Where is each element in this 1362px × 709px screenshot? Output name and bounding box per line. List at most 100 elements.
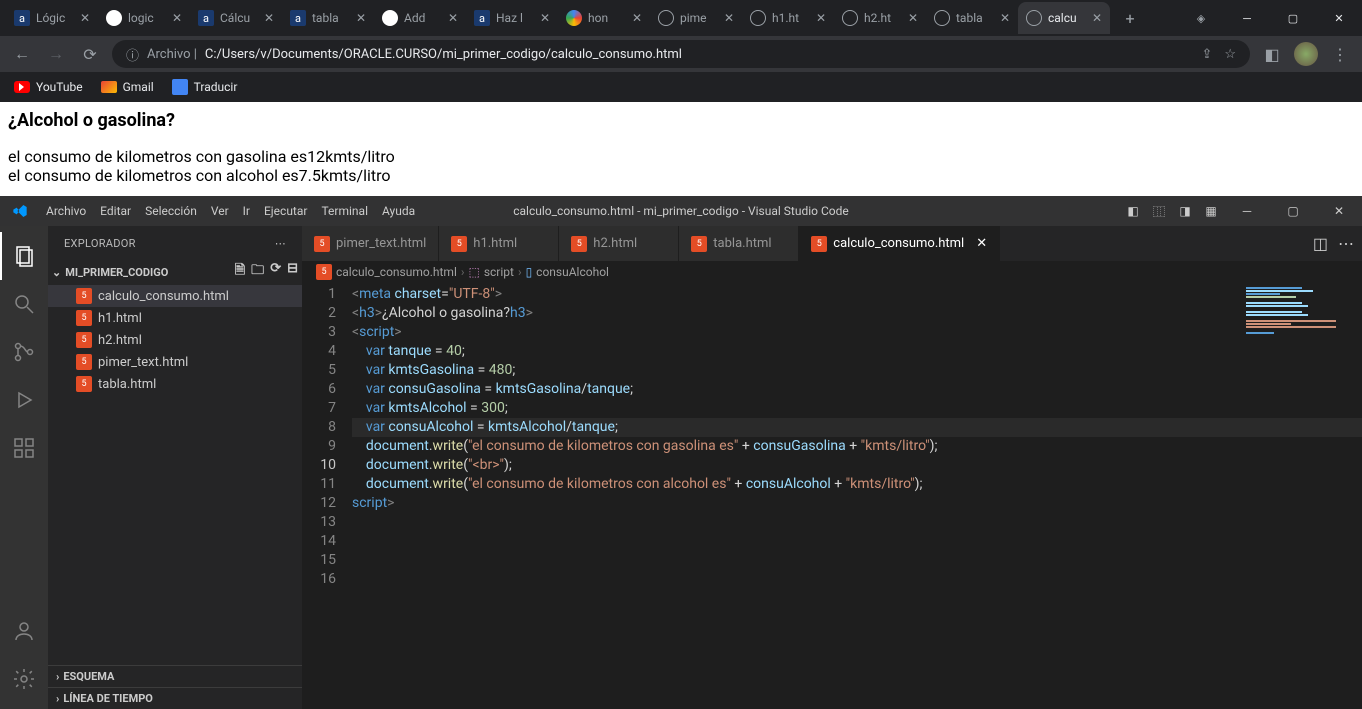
explorer-label: EXPLORADOR [64, 237, 136, 250]
vscode-menu-item[interactable]: Ir [237, 196, 256, 226]
editor-tab[interactable]: 5h1.html [439, 226, 559, 261]
browser-tab[interactable]: h2.ht✕ [834, 2, 926, 34]
editor-tab[interactable]: 5pimer_text.html [302, 226, 439, 261]
file-tree-item[interactable]: 5tabla.html [48, 373, 302, 395]
vscode-menu-item[interactable]: Terminal [315, 196, 374, 226]
layout-btn-4[interactable]: ▦ [1198, 196, 1224, 226]
vscode-menu-item[interactable]: Selección [139, 196, 203, 226]
tab-favicon [382, 10, 398, 26]
file-tree-item[interactable]: 5h1.html [48, 307, 302, 329]
tab-close-icon[interactable]: ✕ [908, 11, 918, 25]
vscode-menu-item[interactable]: Ayuda [376, 196, 421, 226]
explorer-more-icon[interactable]: ⋯ [275, 237, 286, 250]
info-icon: ⓘ [126, 45, 139, 64]
new-folder-icon[interactable]: 🗀 [251, 261, 264, 283]
folder-header[interactable]: ⌄ MI_PRIMER_CODIGO 🗎 🗀 ⟳ ⊟ [48, 261, 302, 283]
browser-tab[interactable]: h1.ht ✕ [742, 2, 834, 34]
incognito-icon: ◈ [1178, 0, 1224, 36]
tab-close-icon[interactable]: ✕ [816, 11, 826, 25]
maximize-button[interactable]: ▢ [1270, 0, 1316, 36]
vscode-menu-item[interactable]: Editar [94, 196, 137, 226]
file-tree-item[interactable]: 5calculo_consumo.html [48, 285, 302, 307]
browser-tab[interactable]: logic✕ [98, 2, 190, 34]
explorer-activity-icon[interactable] [0, 232, 48, 280]
code-editor[interactable]: 12345678910111213141516 <meta charset="U… [302, 283, 1362, 709]
layout-btn-1[interactable]: ◧ [1120, 196, 1146, 226]
search-activity-icon[interactable] [0, 280, 48, 328]
tab-close-icon[interactable]: ✕ [172, 11, 182, 25]
file-tree-item[interactable]: 5h2.html [48, 329, 302, 351]
address-bar[interactable]: ⓘ Archivo | C:/Users/v/Documents/ORACLE.… [112, 40, 1250, 68]
browser-tab[interactable]: aCálcu✕ [190, 2, 282, 34]
tab-close-icon[interactable]: ✕ [540, 11, 550, 25]
browser-tab[interactable]: tabla✕ [926, 2, 1018, 34]
forward-button[interactable]: → [44, 42, 68, 66]
browser-tab[interactable]: calcu✕ [1018, 2, 1110, 34]
tab-close-icon[interactable]: ✕ [724, 11, 734, 25]
side-panel-icon[interactable]: ◧ [1260, 42, 1284, 66]
browser-tab[interactable]: hon✕ [558, 2, 650, 34]
editor-tab[interactable]: 5tabla.html [679, 226, 799, 261]
browser-tab[interactable]: pime✕ [650, 2, 742, 34]
tab-close-icon[interactable]: ✕ [976, 236, 987, 251]
split-editor-icon[interactable]: ◫ [1313, 234, 1328, 253]
reload-button[interactable]: ⟳ [78, 42, 102, 66]
tab-close-icon[interactable]: ✕ [356, 11, 366, 25]
file-tree-item[interactable]: 5pimer_text.html [48, 351, 302, 373]
layout-btn-2[interactable]: ⿲ [1146, 196, 1172, 226]
vscode-menu-item[interactable]: Archivo [40, 196, 92, 226]
html-file-icon: 5 [76, 288, 92, 304]
vscode-logo-icon [0, 203, 40, 219]
editor-tab[interactable]: 5calculo_consumo.html✕ [799, 226, 1000, 261]
sidebar-explorer: EXPLORADOR ⋯ ⌄ MI_PRIMER_CODIGO 🗎 🗀 ⟳ ⊟ … [48, 226, 302, 709]
tab-close-icon[interactable]: ✕ [80, 11, 90, 25]
tab-close-icon[interactable]: ✕ [632, 11, 642, 25]
extensions-activity-icon[interactable] [0, 424, 48, 472]
tab-favicon [658, 10, 674, 26]
html-file-icon: 5 [811, 236, 827, 252]
refresh-icon[interactable]: ⟳ [270, 261, 281, 283]
editor-tab[interactable]: 5h2.html [559, 226, 679, 261]
bookmark-star-icon[interactable]: ☆ [1224, 47, 1236, 62]
source-control-activity-icon[interactable] [0, 328, 48, 376]
layout-btn-3[interactable]: ◨ [1172, 196, 1198, 226]
tab-close-icon[interactable]: ✕ [1000, 11, 1010, 25]
url-text: C:/Users/v/Documents/ORACLE.CURSO/mi_pri… [205, 47, 682, 62]
vscode-menu-item[interactable]: Ejecutar [258, 196, 313, 226]
vscode-minimize-button[interactable]: ─ [1224, 196, 1270, 226]
browser-tab[interactable]: aLógic✕ [6, 2, 98, 34]
breadcrumb[interactable]: 5 calculo_consumo.html › ⬚ script › ▯ co… [302, 261, 1362, 283]
tab-close-icon[interactable]: ✕ [264, 11, 274, 25]
vscode-close-button[interactable]: ✕ [1316, 196, 1362, 226]
browser-tab[interactable]: aHaz l✕ [466, 2, 558, 34]
tab-close-icon[interactable]: ✕ [1092, 11, 1102, 25]
editor-more-icon[interactable]: ⋯ [1338, 234, 1354, 253]
vscode-maximize-button[interactable]: ▢ [1270, 196, 1316, 226]
minimap[interactable] [1242, 283, 1362, 339]
share-icon[interactable]: ⇪ [1201, 47, 1212, 62]
minimize-button[interactable]: ─ [1224, 0, 1270, 36]
bookmark-item[interactable]: Traducir [172, 79, 238, 95]
code-lines[interactable]: <meta charset="UTF-8"><h3>¿Alcohol o gas… [352, 283, 1362, 709]
profile-avatar[interactable] [1294, 42, 1318, 66]
timeline-section[interactable]: › LÍNEA DE TIEMPO [48, 687, 302, 709]
new-file-icon[interactable]: 🗎 [235, 261, 245, 283]
html-file-icon: 5 [76, 354, 92, 370]
bookmark-item[interactable]: Gmail [101, 80, 154, 94]
close-window-button[interactable]: ✕ [1316, 0, 1362, 36]
browser-tab[interactable]: Add✕ [374, 2, 466, 34]
collapse-icon[interactable]: ⊟ [287, 261, 298, 283]
browser-tab[interactable]: atabla✕ [282, 2, 374, 34]
bookmark-item[interactable]: YouTube [14, 80, 83, 94]
chevron-down-icon: ⌄ [52, 266, 61, 279]
settings-activity-icon[interactable] [0, 655, 48, 703]
vscode-menu-item[interactable]: Ver [205, 196, 235, 226]
account-activity-icon[interactable] [0, 607, 48, 655]
tab-close-icon[interactable]: ✕ [448, 11, 458, 25]
chrome-menu-button[interactable]: ⋮ [1328, 42, 1352, 66]
back-button[interactable]: ← [10, 42, 34, 66]
new-tab-button[interactable]: + [1116, 4, 1144, 32]
outline-section[interactable]: › ESQUEMA [48, 665, 302, 687]
tab-title: h1.ht [772, 11, 810, 25]
run-debug-activity-icon[interactable] [0, 376, 48, 424]
